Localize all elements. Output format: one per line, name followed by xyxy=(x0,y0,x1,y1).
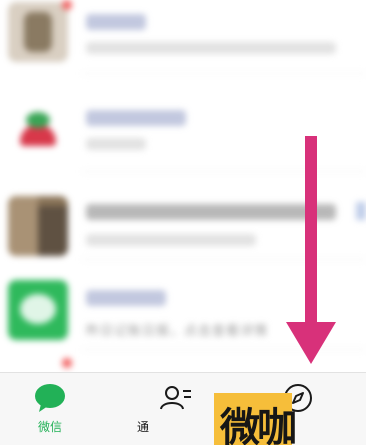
chat-avatar xyxy=(8,280,68,340)
chat-list-item[interactable] xyxy=(0,172,366,260)
chat-preview xyxy=(86,138,146,150)
unread-badge xyxy=(62,0,72,10)
chat-list-item[interactable]: 昨日记账日报，点击查看详情 xyxy=(0,262,366,350)
chat-preview xyxy=(86,42,336,54)
chat-list-item[interactable] xyxy=(0,84,366,172)
chat-avatar xyxy=(8,2,68,62)
chat-name xyxy=(86,110,186,126)
chat-preview: 昨日记账日报，点击查看详情 xyxy=(86,323,269,338)
chat-preview xyxy=(86,234,256,246)
chat-name xyxy=(86,204,336,220)
chat-avatar xyxy=(8,196,68,256)
tab-label: 通 xyxy=(136,420,149,434)
chat-list-item[interactable] xyxy=(0,350,366,372)
chat-list-item[interactable] xyxy=(0,0,366,74)
watermark-text: 微咖 xyxy=(220,405,297,445)
chat-name xyxy=(86,290,166,306)
chat-list: 昨日记账日报，点击查看详情 xyxy=(0,0,366,372)
contacts-icon xyxy=(160,386,191,410)
chat-avatar xyxy=(8,98,68,158)
chat-bubble-icon xyxy=(35,384,65,412)
unread-badge xyxy=(62,358,72,368)
tab-contacts[interactable]: 通 xyxy=(130,373,222,445)
watermark-logo: 微咖 xyxy=(214,393,322,445)
chat-name xyxy=(86,14,146,30)
